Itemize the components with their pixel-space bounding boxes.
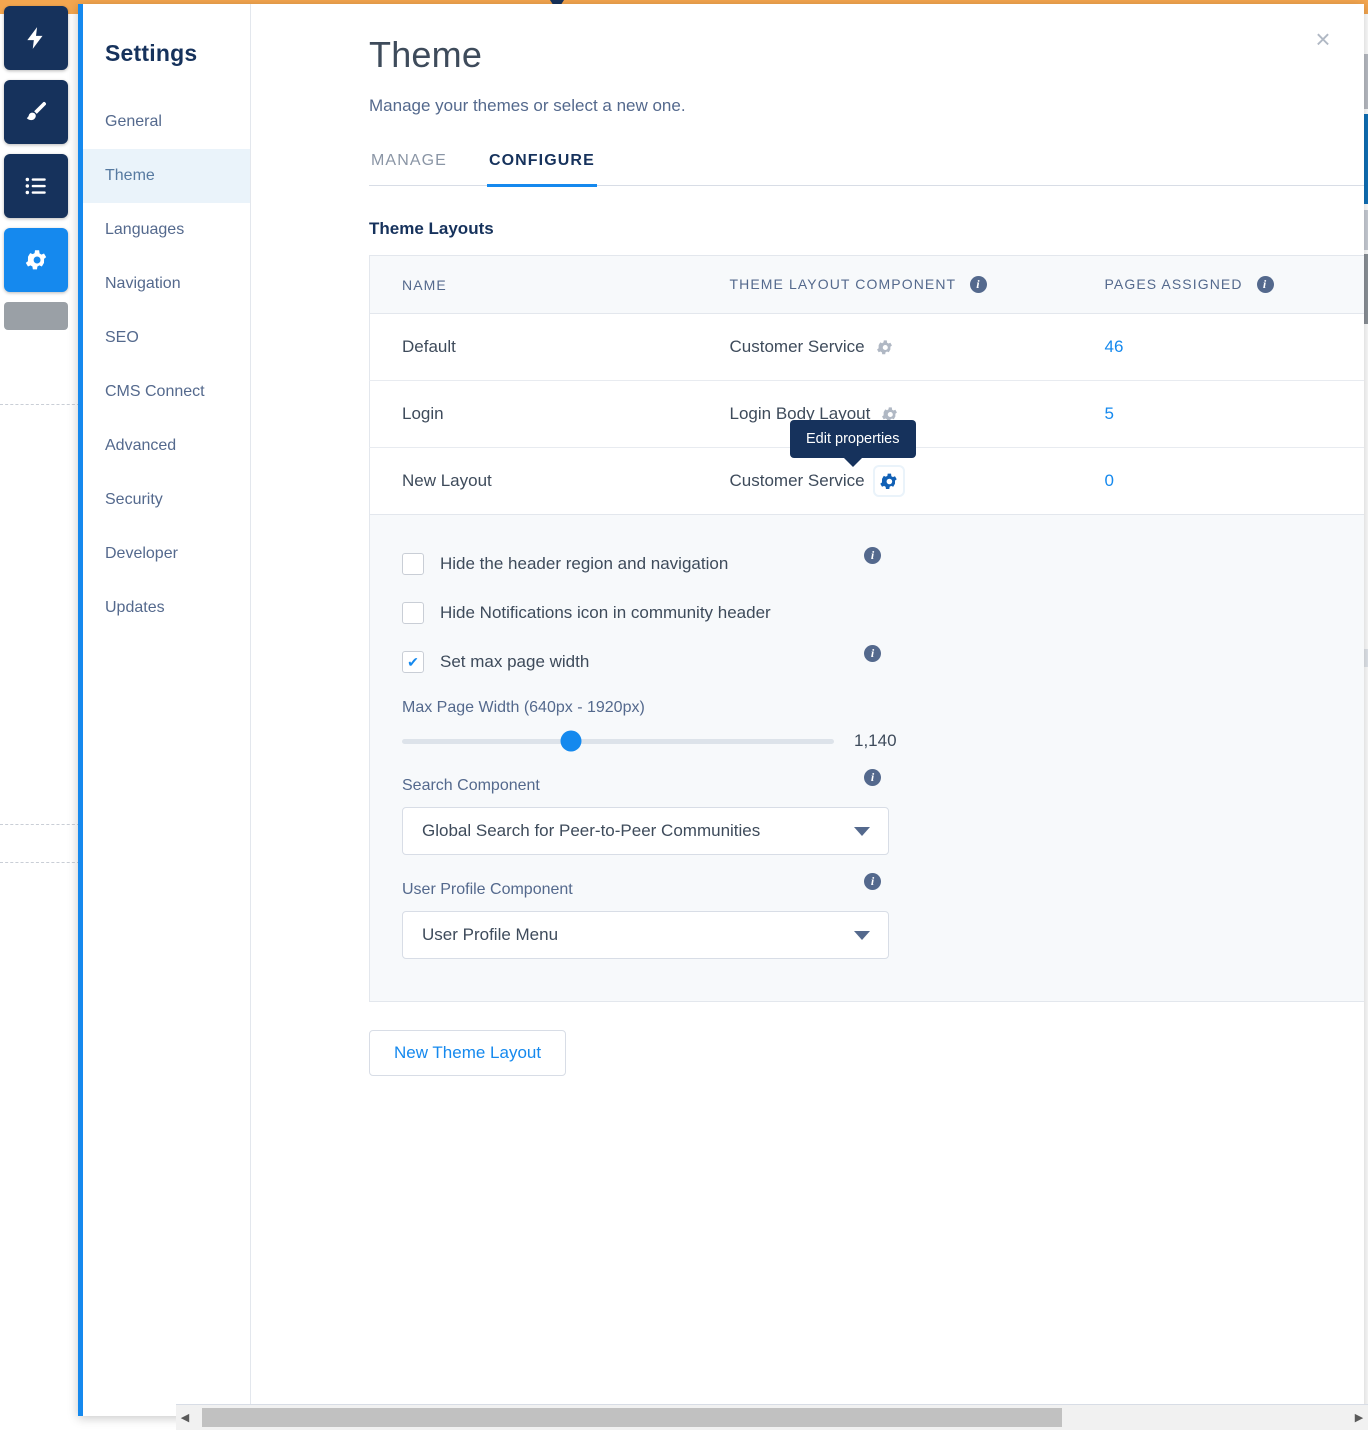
- slider-label: Max Page Width (640px - 1920px): [402, 699, 1364, 717]
- chevron-down-icon: [854, 931, 870, 940]
- tooltip-edit-properties: Edit properties: [790, 420, 916, 458]
- user-profile-component-field: User Profile Component i: [402, 881, 1192, 899]
- rail-item-settings[interactable]: [4, 228, 68, 292]
- cell-layout-name: Login: [370, 381, 698, 448]
- checkbox-row-set-max-width: Set max page width i: [402, 643, 1192, 681]
- settings-sidebar: Settings General Theme Languages Navigat…: [83, 4, 251, 1416]
- checkbox-set-max-page-width[interactable]: [402, 651, 424, 673]
- pages-assigned-link[interactable]: 46: [1105, 337, 1124, 356]
- settings-main-content: Theme Manage your themes or select a new…: [251, 4, 1364, 1416]
- component-label: Customer Service: [730, 337, 865, 357]
- settings-modal: × Settings General Theme Languages Navig…: [78, 4, 1364, 1416]
- checkbox-hide-header[interactable]: [402, 553, 424, 575]
- sidebar-item-seo[interactable]: SEO: [83, 311, 250, 365]
- cell-pages-assigned: 5: [1073, 381, 1365, 448]
- column-header-pages-assigned: PAGES ASSIGNED i: [1073, 256, 1365, 314]
- chevron-down-icon: [854, 827, 870, 836]
- rail-item-branding[interactable]: [4, 80, 68, 144]
- new-theme-layout-button[interactable]: New Theme Layout: [369, 1030, 566, 1076]
- scrollbar-thumb[interactable]: [202, 1408, 1062, 1427]
- rail-bottom-stub: [4, 302, 68, 330]
- rail-item-lightning[interactable]: [4, 6, 68, 70]
- sidebar-item-advanced[interactable]: Advanced: [83, 419, 250, 473]
- sidebar-item-security[interactable]: Security: [83, 473, 250, 527]
- rail-item-pages[interactable]: [4, 154, 68, 218]
- edit-properties-button[interactable]: [875, 467, 903, 495]
- sidebar-item-languages[interactable]: Languages: [83, 203, 250, 257]
- table-header-row: NAME THEME LAYOUT COMPONENT i PAGES ASSI…: [370, 256, 1365, 314]
- cell-pages-assigned: 46: [1073, 314, 1365, 381]
- sidebar-title: Settings: [83, 4, 250, 67]
- info-icon[interactable]: i: [970, 276, 987, 293]
- tab-configure[interactable]: CONFIGURE: [487, 146, 597, 187]
- column-header-pages-label: PAGES ASSIGNED: [1105, 276, 1243, 292]
- column-header-theme-layout-component: THEME LAYOUT COMPONENT i: [698, 256, 1073, 314]
- gear-icon[interactable]: [875, 338, 894, 357]
- cell-layout-name: New Layout: [370, 448, 698, 515]
- cell-pages-assigned: 0: [1073, 448, 1365, 515]
- checkbox-hide-notifications[interactable]: [402, 602, 424, 624]
- gear-icon: [878, 471, 899, 492]
- builder-icon-rail: [4, 6, 76, 330]
- tab-bar: MANAGE CONFIGURE: [369, 146, 1364, 186]
- checkbox-row-hide-notifications: Hide Notifications icon in community hea…: [402, 594, 1192, 632]
- search-component-label: Search Component: [402, 777, 540, 794]
- checkbox-label: Hide the header region and navigation: [440, 554, 728, 574]
- slider-thumb[interactable]: [560, 731, 581, 752]
- info-icon[interactable]: i: [1257, 276, 1274, 293]
- horizontal-scrollbar[interactable]: ◀ ▶: [176, 1404, 1368, 1430]
- page-subtitle: Manage your themes or select a new one.: [369, 96, 1330, 116]
- page-title: Theme: [369, 34, 1330, 76]
- search-component-select[interactable]: Global Search for Peer-to-Peer Communiti…: [402, 807, 889, 855]
- pages-assigned-link[interactable]: 5: [1105, 404, 1114, 423]
- theme-layouts-table: NAME THEME LAYOUT COMPONENT i PAGES ASSI…: [369, 255, 1364, 515]
- checkbox-label: Set max page width: [440, 652, 589, 672]
- info-icon[interactable]: i: [864, 645, 881, 662]
- component-label: Customer Service: [730, 471, 865, 491]
- canvas-region-divider: [0, 862, 80, 863]
- list-icon: [23, 173, 49, 199]
- sidebar-item-updates[interactable]: Updates: [83, 581, 250, 635]
- tab-manage[interactable]: MANAGE: [369, 146, 449, 187]
- user-profile-component-select[interactable]: User Profile Menu: [402, 911, 889, 959]
- gear-icon: [23, 247, 49, 273]
- sidebar-item-theme[interactable]: Theme: [83, 149, 250, 203]
- scrollbar-track[interactable]: [194, 1405, 1350, 1430]
- max-page-width-slider-row: 1,140: [402, 731, 1364, 751]
- column-header-component-label: THEME LAYOUT COMPONENT: [730, 276, 956, 292]
- lightning-bolt-icon: [23, 25, 49, 51]
- sidebar-item-navigation[interactable]: Navigation: [83, 257, 250, 311]
- canvas-region-divider: [0, 824, 80, 825]
- max-page-width-slider[interactable]: [402, 739, 834, 744]
- user-profile-component-value: User Profile Menu: [422, 925, 558, 945]
- theme-layout-config-panel: Hide the header region and navigation i …: [369, 515, 1364, 1002]
- cell-layout-component: Customer Service: [698, 314, 1073, 381]
- canvas-region-divider: [0, 404, 80, 405]
- info-icon[interactable]: i: [864, 769, 881, 786]
- sidebar-item-cms-connect[interactable]: CMS Connect: [83, 365, 250, 419]
- checkbox-label: Hide Notifications icon in community hea…: [440, 603, 771, 623]
- section-title-theme-layouts: Theme Layouts: [369, 219, 1330, 239]
- table-row: Default Customer Service 46: [370, 314, 1365, 381]
- column-header-name: NAME: [370, 256, 698, 314]
- sidebar-item-general[interactable]: General: [83, 95, 250, 149]
- sidebar-list: General Theme Languages Navigation SEO C…: [83, 95, 250, 635]
- info-icon[interactable]: i: [864, 547, 881, 564]
- search-component-field: Search Component i: [402, 777, 1192, 795]
- sidebar-item-developer[interactable]: Developer: [83, 527, 250, 581]
- checkbox-row-hide-header: Hide the header region and navigation i: [402, 545, 1192, 583]
- table-head: NAME THEME LAYOUT COMPONENT i PAGES ASSI…: [370, 256, 1365, 314]
- table-body: Default Customer Service 46 Login: [370, 314, 1365, 515]
- scroll-right-arrow-icon[interactable]: ▶: [1350, 1411, 1368, 1424]
- slider-value: 1,140: [854, 731, 897, 751]
- search-component-value: Global Search for Peer-to-Peer Communiti…: [422, 821, 760, 841]
- user-profile-component-label: User Profile Component: [402, 881, 573, 898]
- column-header-name-label: NAME: [402, 277, 447, 293]
- scroll-left-arrow-icon[interactable]: ◀: [176, 1411, 194, 1424]
- info-icon[interactable]: i: [864, 873, 881, 890]
- pages-assigned-link[interactable]: 0: [1105, 471, 1114, 490]
- cell-layout-name: Default: [370, 314, 698, 381]
- brush-icon: [23, 99, 49, 125]
